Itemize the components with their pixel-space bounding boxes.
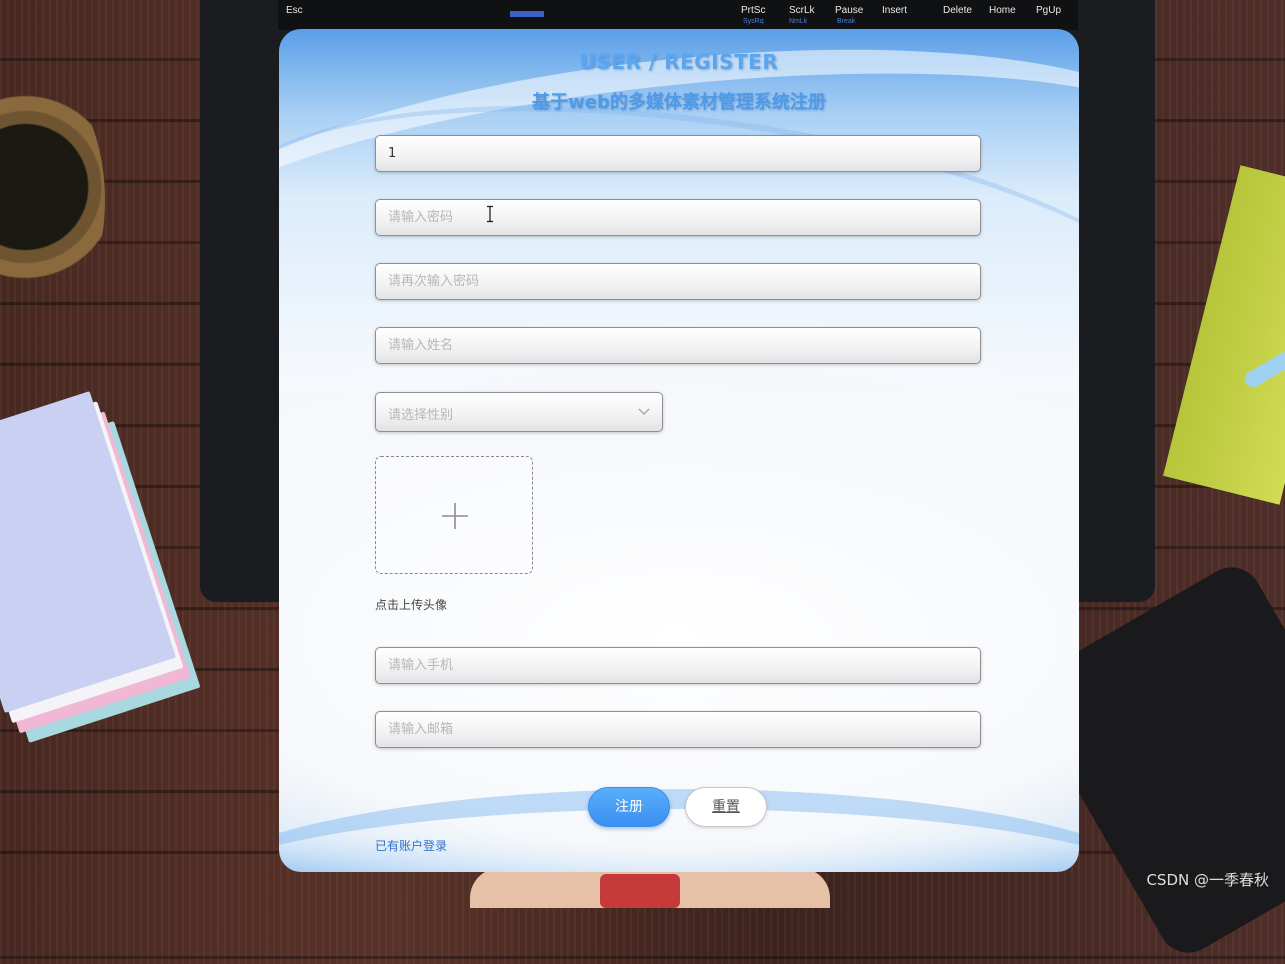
plant-pot (0, 70, 105, 330)
gender-select[interactable]: 请选择性别 (375, 392, 663, 432)
register-card: USER / REGISTER 基于web的多媒体素材管理系统注册 请选择性别 … (279, 29, 1079, 872)
register-button[interactable]: 注册 (588, 787, 670, 827)
name-input[interactable] (375, 327, 981, 364)
key-esc: Esc (286, 5, 303, 16)
plus-icon (442, 503, 468, 529)
hands-holding-cup (470, 868, 830, 908)
avatar-upload-label: 点击上传头像 (375, 598, 448, 612)
key-sysrq: SysRq (743, 18, 764, 25)
phone-input[interactable] (375, 647, 981, 684)
key-pgup: PgUp (1036, 5, 1062, 16)
confirm-password-input[interactable] (375, 263, 981, 300)
login-link[interactable]: 已有账户登录 (375, 837, 447, 854)
text-cursor-icon (487, 205, 493, 223)
email-input[interactable] (375, 711, 981, 748)
key-insert: Insert (882, 5, 908, 16)
csdn-watermark: CSDN @一季春秋 (1146, 871, 1269, 889)
key-scrlk: ScrLk (789, 5, 815, 16)
green-book (1163, 165, 1285, 505)
red-cup (600, 874, 680, 908)
key-delete: Delete (943, 5, 972, 16)
key-nmlk: NmLk (789, 18, 808, 25)
decor-wave (279, 789, 1079, 872)
sticky-notes (0, 388, 201, 743)
username-input[interactable] (375, 135, 981, 172)
avatar-upload[interactable] (375, 456, 533, 574)
keyboard-strip: Esc PrtSc SysRq ScrLk NmLk Pause Break I… (278, 0, 1078, 30)
key-pause: Pause (835, 5, 864, 16)
keyboard-backlight-bar (510, 11, 544, 17)
gender-select-placeholder: 请选择性别 (388, 408, 454, 423)
key-break: Break (837, 18, 856, 25)
chevron-down-icon (638, 408, 650, 415)
password-input[interactable] (375, 199, 981, 236)
reset-button[interactable]: 重置 (685, 787, 767, 827)
key-home: Home (989, 5, 1016, 16)
page-subtitle: 基于web的多媒体素材管理系统注册 (532, 92, 826, 113)
page-title: USER / REGISTER (579, 50, 779, 74)
key-prtsc: PrtSc (741, 5, 766, 16)
